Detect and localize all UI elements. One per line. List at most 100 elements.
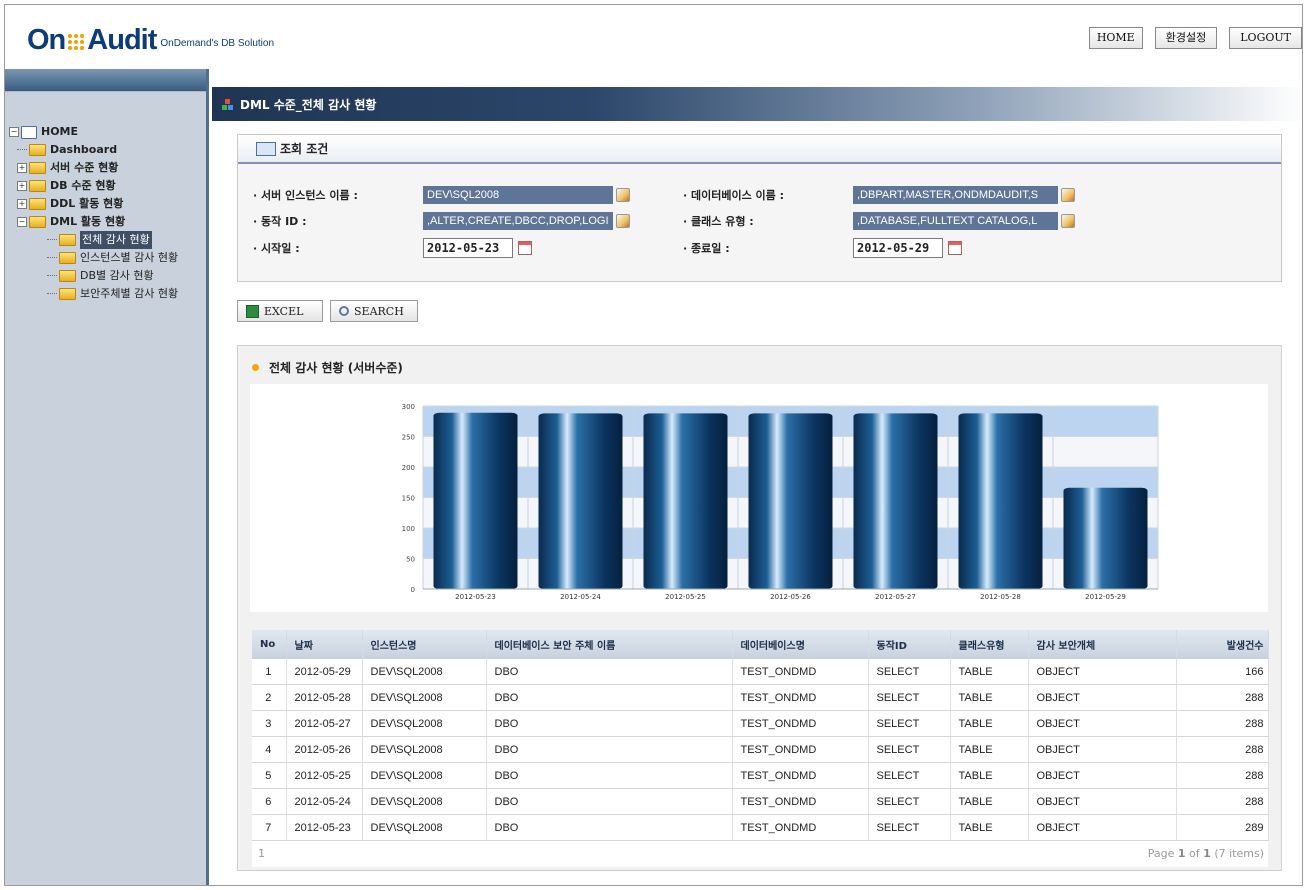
- folder-icon: [29, 144, 46, 156]
- search-button[interactable]: SEARCH: [330, 300, 418, 322]
- table-cell: 2012-05-26: [286, 736, 363, 763]
- column-header[interactable]: 데이터베이스 보안 주체 이름: [486, 630, 733, 659]
- expand-icon[interactable]: +: [17, 199, 27, 209]
- start-date-row: · 시작일 : 2012-05-23: [253, 238, 532, 258]
- sidebar-item-label: 인스턴스별 감사 현황: [80, 251, 179, 264]
- page-title-bar: DML 수준_전체 감사 현황: [212, 87, 1302, 121]
- sidebar-item-dml[interactable]: − DML 활동 현황: [9, 213, 178, 231]
- calendar-icon[interactable]: [518, 241, 532, 255]
- table-cell: SELECT: [868, 710, 951, 737]
- sidebar-item-dml-db[interactable]: DB별 감사 현황: [9, 267, 178, 285]
- column-header[interactable]: 데이터베이스명: [732, 630, 869, 659]
- folder-icon: [29, 198, 46, 210]
- expand-icon[interactable]: +: [17, 163, 27, 173]
- table-cell: DEV\SQL2008: [362, 814, 487, 841]
- search-icon: [339, 306, 349, 316]
- edit-icon[interactable]: [616, 214, 630, 228]
- table-cell: 7: [252, 814, 287, 841]
- table-cell: OBJECT: [1028, 814, 1177, 841]
- table-cell: TEST_ONDMD: [732, 736, 869, 763]
- logout-button[interactable]: LOGOUT: [1229, 27, 1302, 49]
- logo: On Audit OnDemand's DB Solution: [27, 23, 274, 55]
- app-frame: On Audit OnDemand's DB Solution HOME 환경설…: [4, 4, 1303, 886]
- table-row[interactable]: 5 2012-05-25 DEV\SQL2008 DBO TEST_ONDMD SELEC…: [252, 762, 1269, 789]
- home-button[interactable]: HOME: [1088, 27, 1143, 49]
- action-id-field[interactable]: ,ALTER,CREATE,DBCC,DROP,LOGI: [423, 212, 613, 230]
- bar-2012-05-26: [748, 413, 833, 589]
- column-header[interactable]: 감사 보안개체: [1028, 630, 1177, 659]
- sidebar-item-dashboard[interactable]: Dashboard: [9, 141, 178, 159]
- tree-line: [47, 293, 57, 295]
- main-content: DML 수준_전체 감사 현황 조회 조건 · 서버 인스턴스 이름 : DEV…: [212, 69, 1302, 885]
- column-header[interactable]: 클래스유형: [950, 630, 1029, 659]
- server-instance-field[interactable]: DEV\SQL2008: [423, 186, 613, 204]
- tree-root-home[interactable]: − HOME: [9, 123, 178, 141]
- column-header[interactable]: No: [252, 630, 287, 659]
- folder-open-icon: [29, 216, 46, 228]
- table-cell: DEV\SQL2008: [362, 659, 487, 685]
- x-tick-label: 2012-05-24: [560, 593, 601, 601]
- bar-2012-05-25: [643, 413, 728, 589]
- table-cell: TEST_ONDMD: [732, 659, 869, 685]
- x-tick-label: 2012-05-25: [665, 593, 706, 601]
- table-cell: TEST_ONDMD: [732, 710, 869, 737]
- x-tick-label: 2012-05-23: [455, 593, 496, 601]
- collapse-icon[interactable]: −: [9, 127, 19, 137]
- start-date-input[interactable]: 2012-05-23: [423, 238, 513, 258]
- column-header[interactable]: 인스턴스명: [362, 630, 487, 659]
- table-cell: 166: [1176, 659, 1269, 685]
- table-cell: DEV\SQL2008: [362, 788, 487, 815]
- sidebar-item-dml-instance[interactable]: 인스턴스별 감사 현황: [9, 249, 178, 267]
- excel-button[interactable]: EXCEL: [237, 300, 323, 322]
- table-row[interactable]: 6 2012-05-24 DEV\SQL2008 DBO TEST_ONDMD SELEC…: [252, 788, 1269, 815]
- footer-page-number[interactable]: 1: [258, 847, 265, 860]
- edit-icon[interactable]: [616, 188, 630, 202]
- sidebar-item-dml-all[interactable]: 전체 감사 현황: [9, 231, 178, 249]
- table-cell: DBO: [486, 814, 733, 841]
- table-cell: DBO: [486, 788, 733, 815]
- table-cell: DEV\SQL2008: [362, 762, 487, 789]
- collapse-icon[interactable]: −: [17, 217, 27, 227]
- table-row[interactable]: 3 2012-05-27 DEV\SQL2008 DBO TEST_ONDMD SELEC…: [252, 710, 1269, 737]
- edit-icon[interactable]: [1061, 214, 1075, 228]
- panel-title-text: 전체 감사 현황 (서버수준): [269, 361, 403, 375]
- class-type-field[interactable]: ,DATABASE,FULLTEXT CATALOG,L: [853, 212, 1058, 230]
- table-cell: 6: [252, 788, 287, 815]
- bar-2012-05-24: [538, 413, 623, 589]
- table-row[interactable]: 1 2012-05-29 DEV\SQL2008 DBO TEST_ONDMD SELEC…: [252, 659, 1269, 685]
- table-cell: 288: [1176, 736, 1269, 763]
- end-date-input[interactable]: 2012-05-29: [853, 238, 943, 258]
- pager-items: (7 items): [1210, 847, 1264, 860]
- column-header[interactable]: 날짜: [286, 630, 363, 659]
- folder-icon: [59, 288, 76, 300]
- table-cell: TEST_ONDMD: [732, 684, 869, 711]
- tree-root-label: HOME: [41, 125, 79, 138]
- y-tick-label: 50: [406, 556, 415, 564]
- pager-total: 1: [1203, 847, 1211, 860]
- sidebar-item-server-level[interactable]: + 서버 수준 현황: [9, 159, 178, 177]
- table-row[interactable]: 2 2012-05-28 DEV\SQL2008 DBO TEST_ONDMD SELEC…: [252, 684, 1269, 711]
- folder-icon: [59, 270, 76, 282]
- folder-icon: [59, 252, 76, 264]
- chart-area: 0 50 100 150 200 250 300 2012-05-23 2012-05-24 20…: [250, 384, 1268, 612]
- column-header[interactable]: 동작ID: [868, 630, 951, 659]
- logo-on: On: [27, 24, 66, 56]
- calendar-icon[interactable]: [948, 241, 962, 255]
- table-row[interactable]: 7 2012-05-23 DEV\SQL2008 DBO TEST_ONDMD SELEC…: [252, 814, 1269, 841]
- table-row[interactable]: 4 2012-05-26 DEV\SQL2008 DBO TEST_ONDMD SELEC…: [252, 736, 1269, 763]
- sidebar-item-dml-principal[interactable]: 보안주체별 감사 현황: [9, 285, 178, 303]
- sidebar-item-ddl[interactable]: + DDL 활동 현황: [9, 195, 178, 213]
- sidebar: − HOME Dashboard + 서버 수준 현황 + DB 수준 현황 +: [5, 69, 209, 885]
- expand-icon[interactable]: +: [17, 181, 27, 191]
- server-instance-row: · 서버 인스턴스 이름 : DEV\SQL2008: [253, 185, 630, 205]
- table-cell: 2012-05-29: [286, 659, 363, 685]
- settings-button[interactable]: 환경설정: [1154, 27, 1218, 49]
- sidebar-item-db-level[interactable]: + DB 수준 현황: [9, 177, 178, 195]
- pager-of: of: [1185, 847, 1204, 860]
- table-cell: DEV\SQL2008: [362, 710, 487, 737]
- database-field[interactable]: ,DBPART,MASTER,ONDMDAUDIT,S: [853, 186, 1058, 204]
- start-date-label: · 시작일 :: [253, 242, 300, 255]
- edit-icon[interactable]: [1061, 188, 1075, 202]
- table-cell: DEV\SQL2008: [362, 736, 487, 763]
- column-header[interactable]: 발생건수: [1176, 630, 1269, 659]
